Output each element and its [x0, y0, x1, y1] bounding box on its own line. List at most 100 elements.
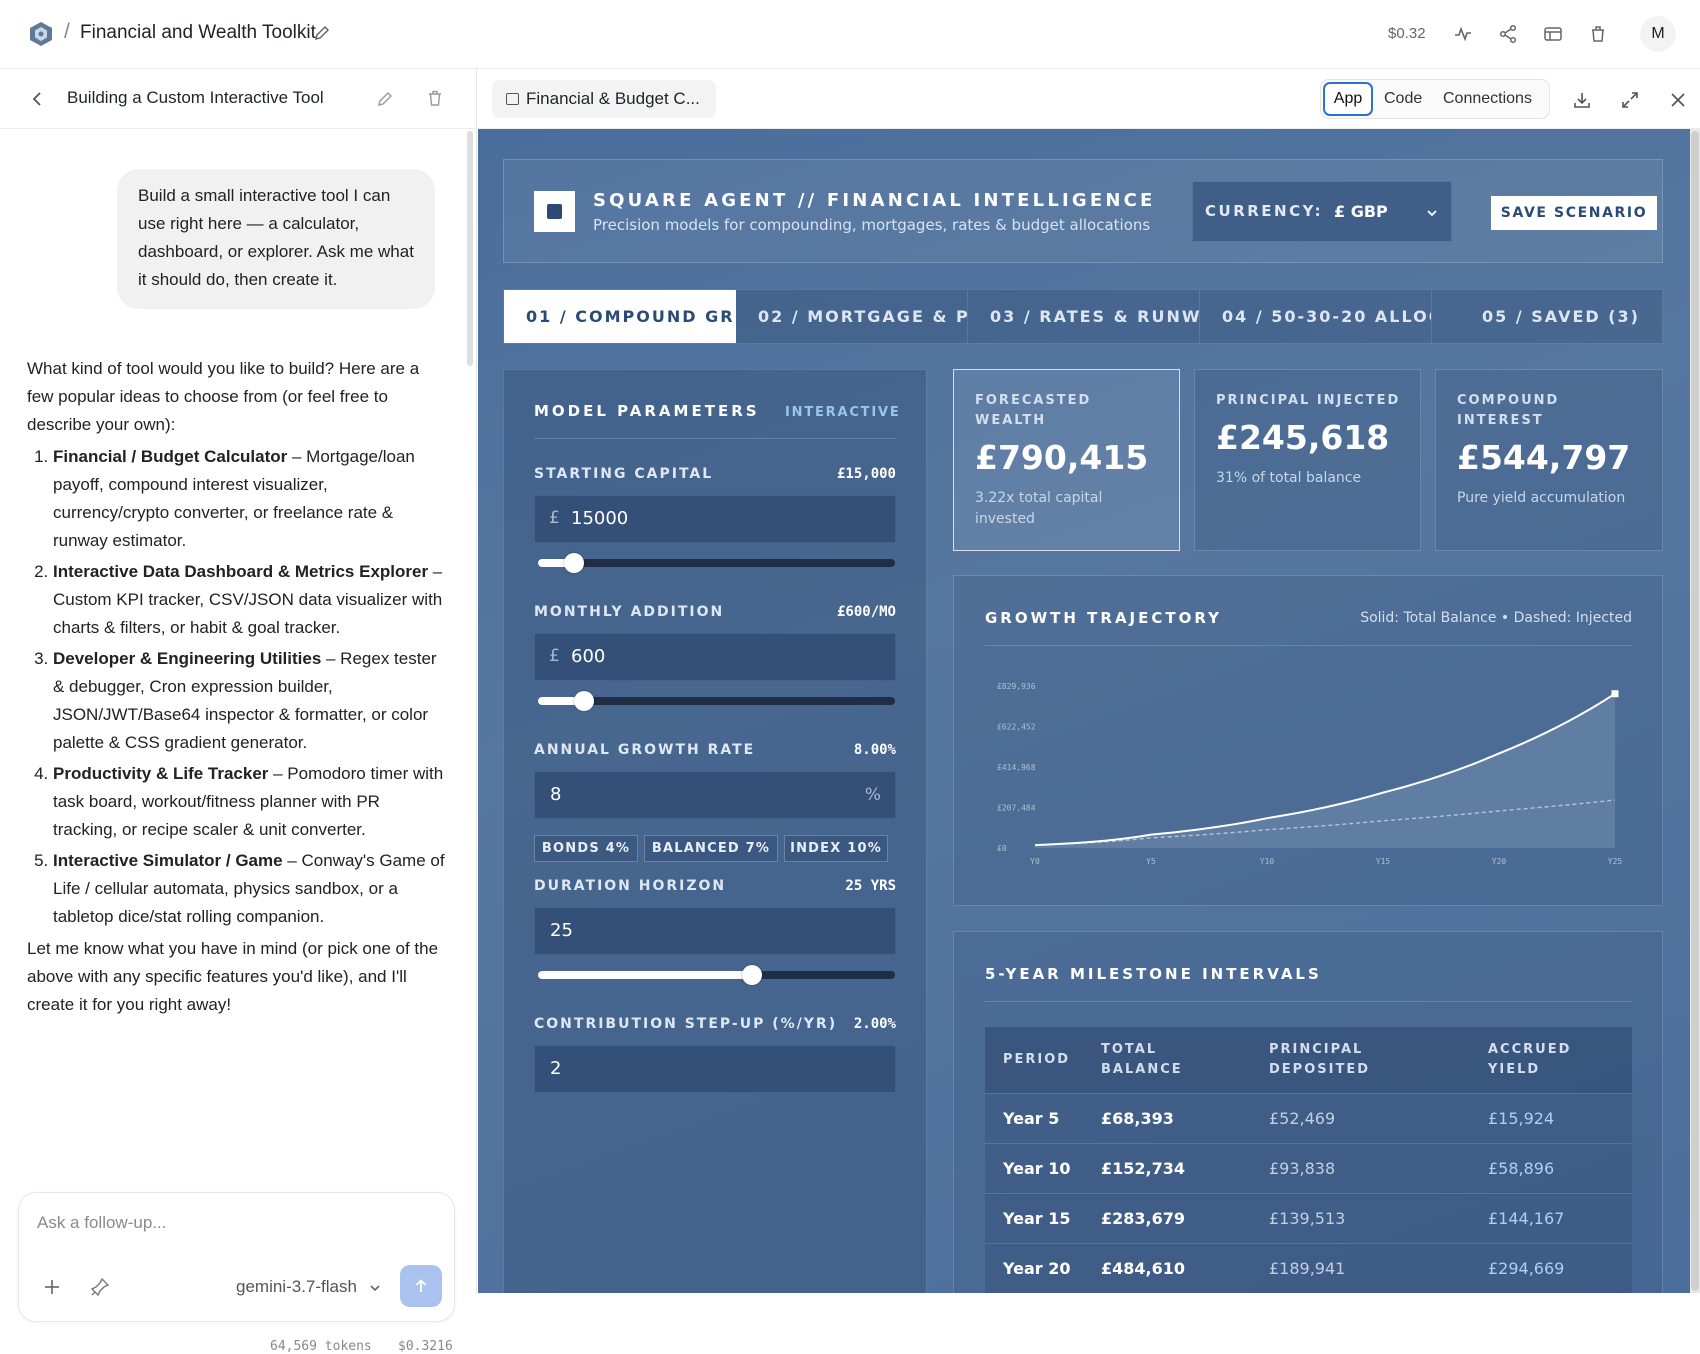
share-icon[interactable] — [1497, 23, 1519, 45]
column-header: PRINCIPAL DEPOSITED — [1251, 1027, 1470, 1093]
chart-title: GROWTH TRAJECTORY — [985, 609, 1222, 627]
download-icon[interactable] — [1572, 90, 1592, 110]
preset-balanced-button[interactable]: BALANCED 7% — [644, 835, 778, 862]
idea-name: Interactive Simulator / Game — [53, 851, 283, 870]
monthly-addition-slider[interactable] — [538, 691, 895, 711]
milestone-panel: 5-YEAR MILESTONE INTERVALS PERIOD TOTAL … — [953, 931, 1663, 1293]
duration-field[interactable]: 25 — [534, 907, 896, 955]
y-tick-label: £0 — [997, 844, 1007, 853]
monthly-addition-field[interactable]: £ 600 — [534, 633, 896, 681]
tab-code[interactable]: Code — [1384, 90, 1422, 108]
monthly-addition-display: £600/MO — [836, 604, 896, 620]
slider-handle[interactable] — [742, 965, 763, 985]
kpi-value: £544,797 — [1457, 438, 1631, 477]
starting-capital-field[interactable]: £ 15000 — [534, 495, 896, 543]
edit-title-icon[interactable] — [313, 24, 331, 42]
interactive-badge: INTERACTIVE — [785, 405, 901, 420]
square-logo-icon — [534, 191, 575, 232]
artifact-panel: Financial & Budget C... App Code Connect… — [478, 69, 1700, 1293]
tab-allocator[interactable]: 04 / 50-30-20 ALLOCATOR — [1200, 290, 1432, 343]
step-up-field[interactable]: 2 — [534, 1045, 896, 1093]
trash-icon[interactable] — [1587, 23, 1609, 45]
follow-up-input[interactable] — [37, 1209, 437, 1237]
panel-icon[interactable] — [1542, 23, 1564, 45]
pin-icon[interactable] — [89, 1276, 111, 1298]
app-logo-icon[interactable] — [28, 21, 54, 47]
list-item: Interactive Data Dashboard & Metrics Exp… — [53, 558, 447, 642]
currency-prefix: £ — [549, 508, 560, 528]
starting-capital-display: £15,000 — [836, 466, 896, 482]
y-tick-label: £829,936 — [997, 682, 1036, 691]
duration-value: 25 — [550, 920, 573, 941]
kpi-value: £790,415 — [975, 438, 1149, 477]
close-icon[interactable] — [1668, 90, 1688, 110]
save-scenario-button[interactable]: SAVE SCENARIO — [1491, 196, 1657, 230]
preset-bonds-button[interactable]: BONDS 4% — [534, 835, 638, 862]
tab-app[interactable]: App — [1323, 82, 1373, 116]
artifact-tab[interactable]: Financial & Budget C... — [492, 80, 716, 118]
balance-cell: £283,679 — [1083, 1192, 1251, 1243]
currency-select[interactable]: CURRENCY: £ GBP — [1192, 181, 1452, 242]
preset-index-button[interactable]: INDEX 10% — [784, 835, 888, 862]
currency-label: CURRENCY: — [1205, 202, 1324, 220]
app-scrollbar-thumb[interactable] — [1691, 131, 1699, 1291]
growth-rate-display: 8.00% — [853, 742, 896, 758]
panel-title: MODEL PARAMETERS — [534, 402, 760, 420]
monthly-addition-value: 600 — [571, 646, 606, 667]
growth-rate-label: ANNUAL GROWTH RATE — [534, 742, 756, 758]
usage-cost: $0.32 — [1388, 25, 1426, 42]
growth-rate-field[interactable]: 8 % — [534, 771, 896, 819]
app-header: SQUARE AGENT // FINANCIAL INTELLIGENCE P… — [503, 159, 1663, 263]
delete-chat-icon[interactable] — [426, 89, 444, 107]
chat-scrollbar[interactable] — [467, 131, 473, 366]
y-tick-label: £622,452 — [997, 723, 1036, 732]
arrow-up-icon — [415, 1279, 427, 1292]
starting-capital-value: 15000 — [571, 508, 629, 529]
model-selector[interactable]: gemini-3.7-flash — [236, 1277, 357, 1297]
back-icon[interactable] — [28, 89, 48, 109]
send-button[interactable] — [400, 1265, 442, 1307]
monthly-addition-label: MONTHLY ADDITION — [534, 604, 725, 620]
activity-icon[interactable] — [1452, 23, 1474, 45]
tab-saved[interactable]: 05 / SAVED (3) — [1432, 290, 1662, 343]
kpi-forecasted-wealth[interactable]: FORECASTED WEALTH £790,415 3.22x total c… — [953, 369, 1180, 551]
period-cell: Year 10 — [985, 1142, 1083, 1193]
slider-handle[interactable] — [574, 691, 595, 711]
duration-label: DURATION HORIZON — [534, 878, 727, 894]
avatar[interactable]: M — [1640, 16, 1676, 52]
y-tick-label: £207,484 — [997, 804, 1036, 813]
divider — [985, 645, 1632, 646]
kpi-compound-interest[interactable]: COMPOUND INTEREST £544,797 Pure yield ac… — [1435, 369, 1663, 551]
starting-capital-slider[interactable] — [538, 553, 895, 573]
assistant-intro: What kind of tool would you like to buil… — [27, 359, 420, 434]
tab-mortgage[interactable]: 02 / MORTGAGE & PAYOFF — [736, 290, 968, 343]
milestone-table: PERIOD TOTAL BALANCE PRINCIPAL DEPOSITED… — [985, 1027, 1632, 1293]
x-tick-label: Y10 — [1260, 857, 1275, 866]
idea-name: Interactive Data Dashboard & Metrics Exp… — [53, 562, 429, 581]
duration-display: 25 YRS — [845, 878, 896, 894]
x-tick-label: Y5 — [1146, 857, 1156, 866]
kpi-label: COMPOUND INTEREST — [1457, 393, 1560, 428]
tab-connections[interactable]: Connections — [1443, 90, 1532, 108]
kpi-principal-injected[interactable]: PRINCIPAL INJECTED £245,618 31% of total… — [1194, 369, 1421, 551]
add-attachment-icon[interactable] — [41, 1276, 63, 1298]
duration-slider[interactable] — [538, 965, 895, 985]
balance-cell: £152,734 — [1083, 1142, 1251, 1193]
x-tick-label: Y20 — [1492, 857, 1507, 866]
chevron-down-icon — [1427, 210, 1437, 217]
growth-rate-value: 8 — [550, 784, 562, 805]
list-item: Productivity & Life Tracker – Pomodoro t… — [53, 760, 447, 844]
model-parameters-panel: MODEL PARAMETERS INTERACTIVE STARTING CA… — [503, 369, 927, 1293]
deposited-cell: £93,838 — [1251, 1142, 1470, 1193]
tab-compound-growth[interactable]: 01 / COMPOUND GROWTH — [504, 290, 736, 343]
yield-cell: £58,896 — [1469, 1142, 1632, 1193]
x-tick-label: Y15 — [1376, 857, 1391, 866]
edit-chat-icon[interactable] — [376, 90, 394, 108]
tab-rates-runway[interactable]: 03 / RATES & RUNWAY — [968, 290, 1200, 343]
divider — [985, 1001, 1632, 1002]
kpi-subtext: Pure yield accumulation — [1457, 490, 1626, 506]
slider-handle[interactable] — [563, 553, 584, 573]
table-row: Year 5 £68,393 £52,469 £15,924 — [985, 1092, 1632, 1143]
expand-icon[interactable] — [1620, 90, 1640, 110]
yield-cell: £15,924 — [1469, 1092, 1632, 1143]
